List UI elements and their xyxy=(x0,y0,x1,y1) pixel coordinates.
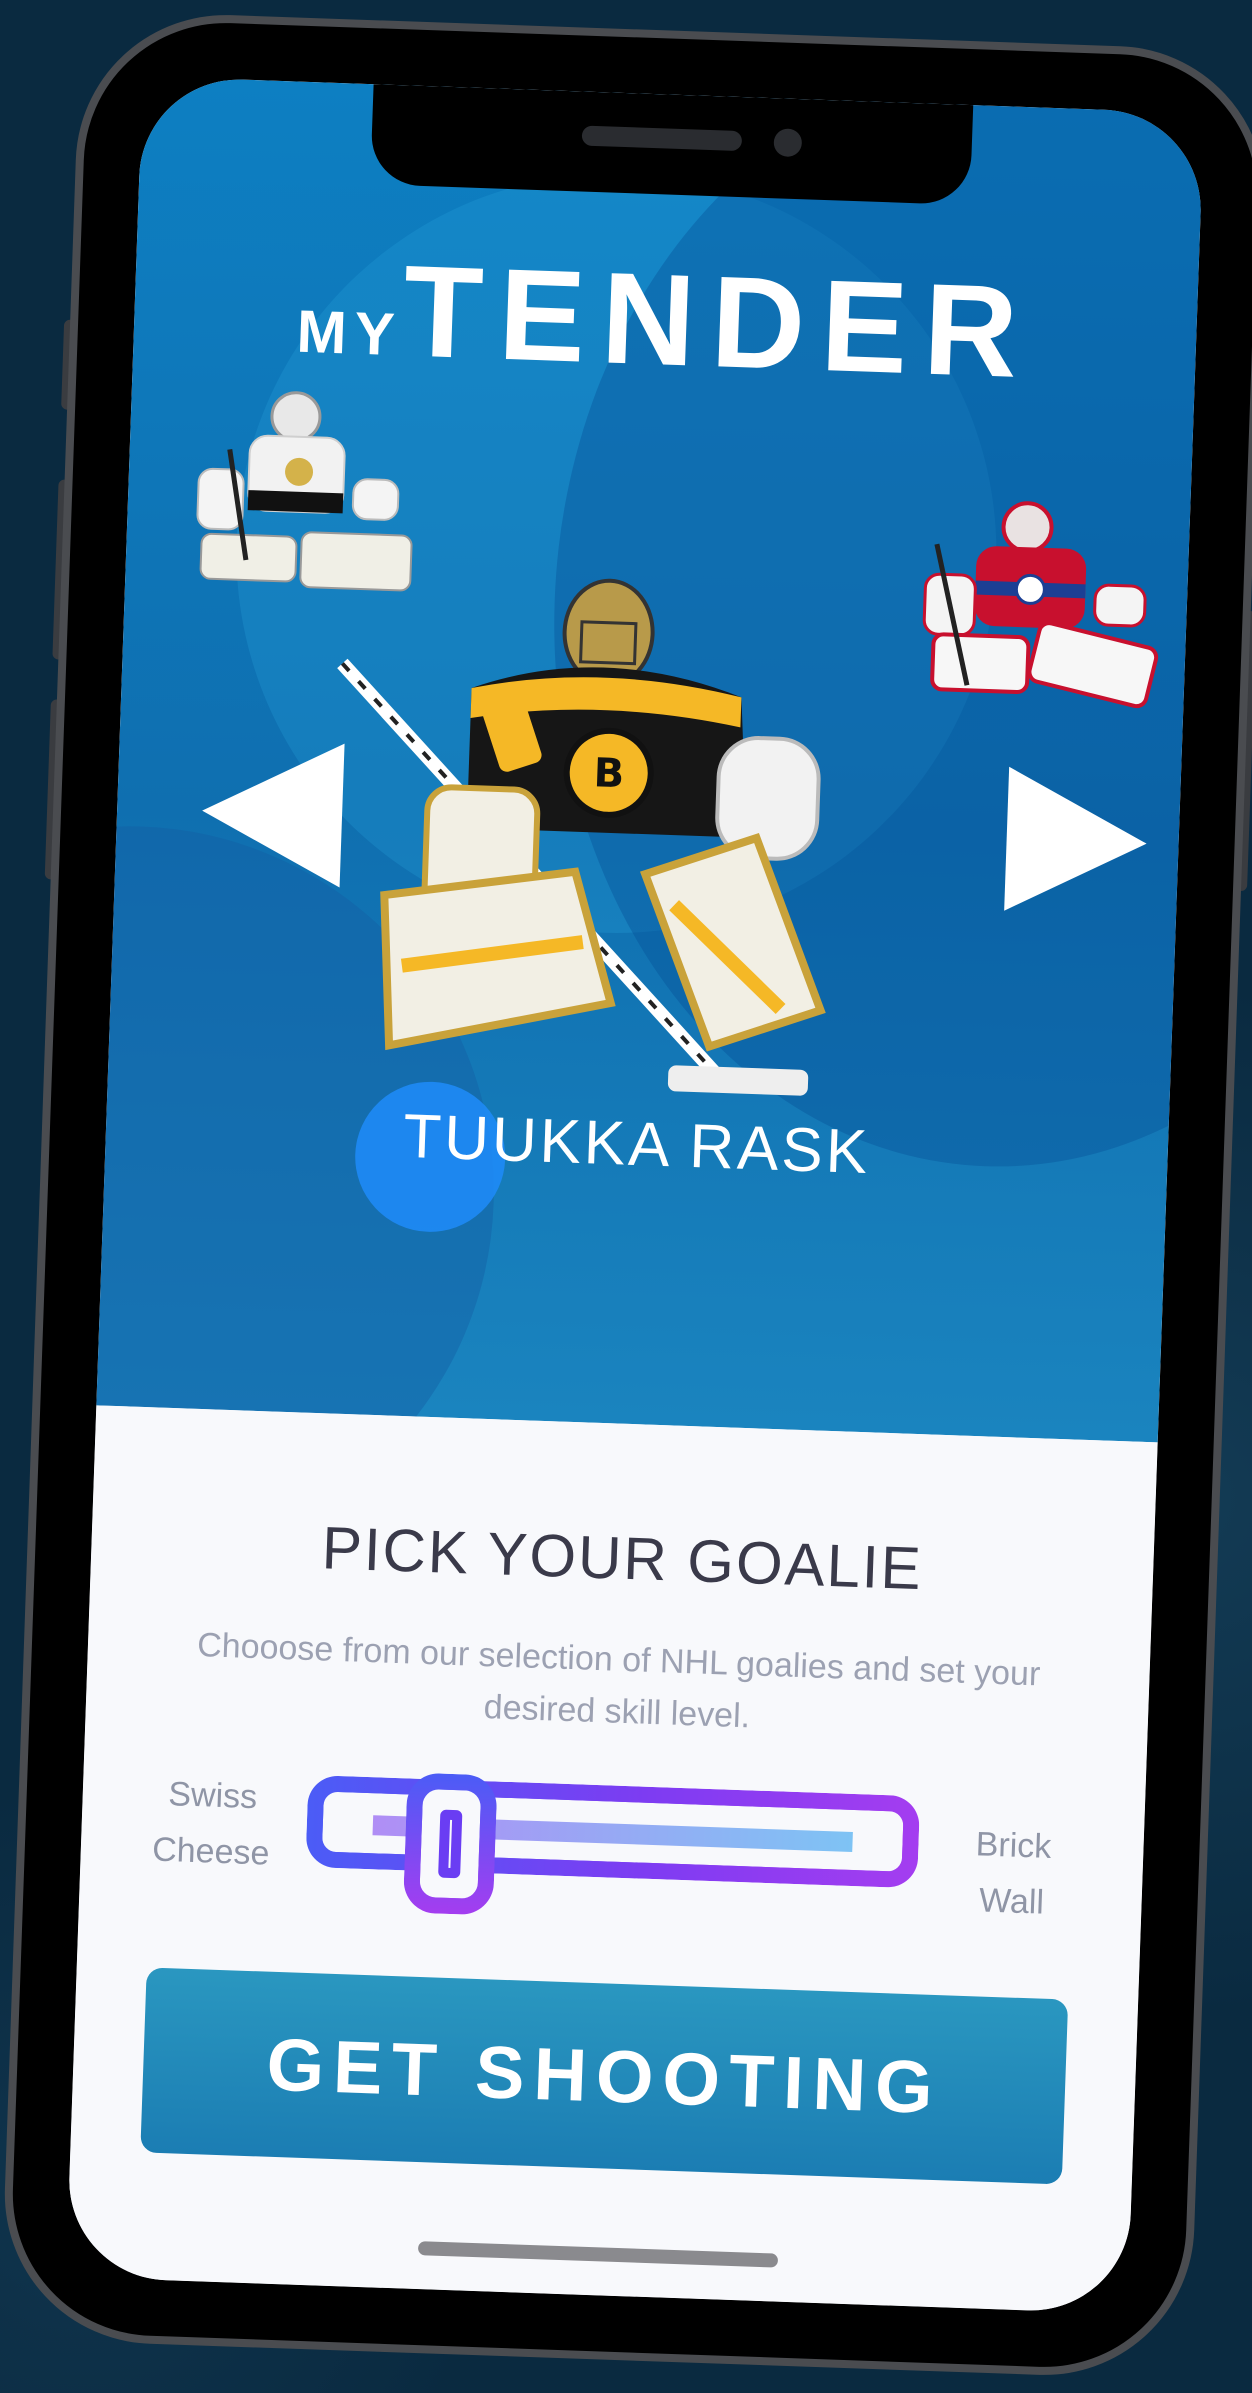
skill-level-slider-row: Swiss Cheese Brick Wall xyxy=(129,1747,1096,1940)
slider-min-label-line1: Swiss xyxy=(167,1775,258,1817)
panel-description: Chooose from our selection of NHL goalie… xyxy=(196,1626,1041,1736)
slider-grip-icon xyxy=(438,1809,463,1879)
logo-main: TENDER xyxy=(400,237,1037,406)
slider-max-label-line1: Brick xyxy=(975,1825,1052,1866)
app-screen: MYTENDER B TUUKKA RASK PICK YOUR GOALIE … xyxy=(65,76,1205,2314)
phone-notch xyxy=(370,84,974,206)
slider-min-label-line2: Cheese xyxy=(151,1830,271,1873)
slider-min-label: Swiss Cheese xyxy=(140,1765,284,1882)
selection-panel: PICK YOUR GOALIE Chooose from our select… xyxy=(65,1405,1158,2314)
previous-goalie-button[interactable] xyxy=(199,738,345,888)
logo-prefix: MY xyxy=(295,297,404,369)
speaker-grille xyxy=(581,125,743,152)
skill-level-slider[interactable] xyxy=(305,1772,921,1916)
goalie-canadiens-image xyxy=(922,501,1159,709)
slider-thumb[interactable] xyxy=(403,1772,498,1916)
goalie-selected-image: B xyxy=(307,563,886,1122)
hero-section: MYTENDER B TUUKKA RASK xyxy=(96,76,1205,1443)
slider-max-label-line2: Wall xyxy=(978,1881,1045,1922)
slider-max-label: Brick Wall xyxy=(941,1815,1085,1932)
front-camera-icon xyxy=(773,128,803,158)
panel-title: PICK YOUR GOALIE xyxy=(320,1514,924,1603)
phone-mockup: MYTENDER B TUUKKA RASK PICK YOUR GOALIE … xyxy=(0,9,1252,2381)
svg-text:B: B xyxy=(593,750,625,797)
get-shooting-button[interactable]: GET SHOOTING xyxy=(140,1967,1069,2185)
goalie-thumbnail-next[interactable] xyxy=(911,483,1169,722)
next-goalie-button[interactable] xyxy=(1004,766,1150,916)
goalie-bruins-image: B xyxy=(337,578,826,1096)
